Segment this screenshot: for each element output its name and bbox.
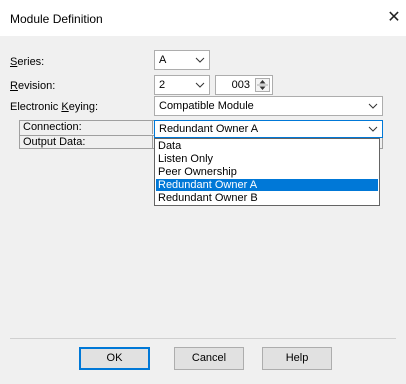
spinner-buttons[interactable]	[255, 78, 270, 92]
connection-dropdown-list[interactable]: Data Listen Only Peer Ownership Redundan…	[154, 138, 380, 206]
spinner-arrows-icon	[257, 80, 268, 90]
keying-select[interactable]: Compatible Module	[154, 96, 383, 116]
option-redundant-owner-b[interactable]: Redundant Owner B	[156, 192, 378, 204]
output-data-label: Output Data:	[20, 136, 153, 149]
series-value: A	[159, 54, 167, 66]
revision-minor-spinner[interactable]: 003	[215, 75, 273, 95]
revision-major-select[interactable]: 2	[154, 75, 210, 95]
option-redundant-owner-a[interactable]: Redundant Owner A	[156, 179, 378, 191]
chevron-down-icon	[195, 57, 205, 63]
connection-value: Redundant Owner A	[159, 123, 259, 135]
connection-select[interactable]: Redundant Owner A	[154, 120, 383, 138]
ok-button[interactable]: OK	[79, 347, 150, 370]
option-peer-ownership[interactable]: Peer Ownership	[156, 166, 378, 178]
button-separator	[10, 338, 396, 339]
revision-minor-value: 003	[231, 79, 250, 91]
help-button[interactable]: Help	[262, 347, 332, 370]
chevron-down-icon	[368, 126, 378, 132]
cancel-button[interactable]: Cancel	[174, 347, 244, 370]
option-listen-only[interactable]: Listen Only	[156, 153, 378, 165]
window-title: Module Definition	[10, 12, 103, 26]
series-label: Series:	[10, 56, 45, 68]
connection-label: Connection:	[20, 121, 153, 134]
title-bar: Module Definition ✕	[0, 0, 406, 36]
close-icon[interactable]: ✕	[384, 8, 404, 28]
series-select[interactable]: A	[154, 50, 210, 70]
keying-label: Electronic Keying:	[10, 101, 99, 113]
revision-major-value: 2	[159, 79, 166, 91]
revision-label: Revision:	[10, 80, 56, 92]
chevron-down-icon	[195, 82, 205, 88]
option-data[interactable]: Data	[156, 140, 378, 152]
chevron-down-icon	[368, 103, 378, 109]
keying-value: Compatible Module	[159, 100, 254, 112]
